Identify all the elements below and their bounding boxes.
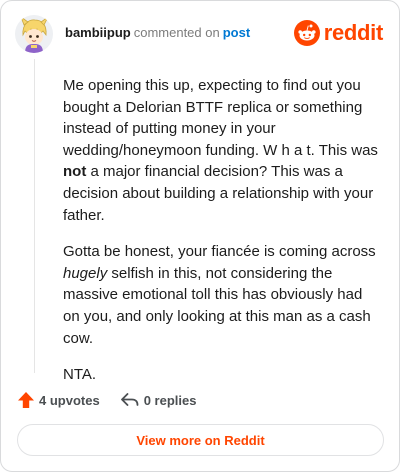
username-link[interactable]: bambiipup <box>65 25 131 40</box>
comment-embed-card: bambiipup commented on post reddit Me open… <box>0 0 400 472</box>
comment-actions: 4 upvotes 0 replies <box>17 389 196 411</box>
reddit-logo[interactable]: reddit <box>293 19 384 47</box>
comment-text: a major financial decision? This was a d… <box>63 163 374 224</box>
comment-paragraph: Me opening this up, expecting to find ou… <box>63 75 381 226</box>
view-more-button[interactable]: View more on Reddit <box>17 424 384 456</box>
post-link[interactable]: post <box>223 25 250 40</box>
comment-body: Me opening this up, expecting to find ou… <box>63 75 381 401</box>
comment-text: Me opening this up, expecting to find ou… <box>63 77 378 159</box>
upvote-button[interactable]: 4 upvotes <box>17 391 100 409</box>
comment-bold-text: not <box>63 163 87 181</box>
thread-line <box>34 59 35 373</box>
replies-button[interactable]: 0 replies <box>120 391 197 409</box>
commented-on-text: commented on <box>133 25 220 40</box>
comment-text: selfish in this, not considering the mas… <box>63 264 371 347</box>
reddit-snoo-icon <box>293 20 320 46</box>
comment-header: bambiipup commented on post reddit <box>15 15 385 55</box>
comment-paragraph: Gotta be honest, your fiancée is coming … <box>63 241 381 349</box>
reddit-wordmark: reddit <box>323 20 384 45</box>
comment-meta: bambiipup commented on post <box>65 25 250 40</box>
reply-arrow-icon <box>120 393 139 406</box>
comment-paragraph: NTA. <box>63 366 97 384</box>
comment-italic-text: hugely <box>63 264 108 282</box>
user-avatar[interactable] <box>15 15 53 53</box>
comment-text: Gotta be honest, your fiancée is coming … <box>63 243 376 261</box>
cartoon-avatar-icon <box>15 15 53 53</box>
reply-count: 0 replies <box>143 392 197 408</box>
upvote-count: 4 upvotes <box>39 392 100 408</box>
upvote-arrow-icon <box>18 392 34 408</box>
